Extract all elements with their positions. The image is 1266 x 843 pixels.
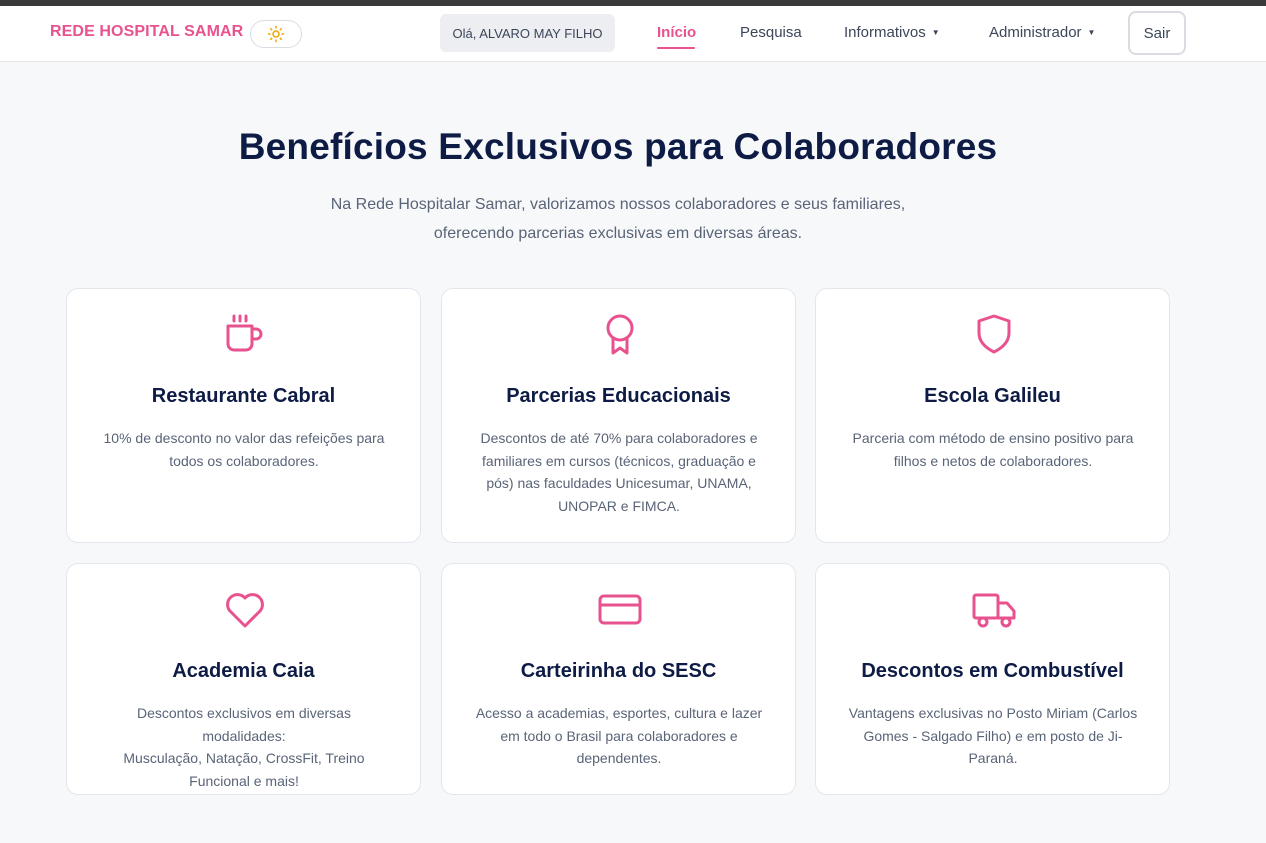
shield-icon xyxy=(977,314,1011,354)
nav-link-label: Administrador xyxy=(989,24,1082,41)
award-ribbon-icon xyxy=(606,314,634,355)
nav-link-inicio[interactable]: Início xyxy=(657,24,696,41)
benefit-card-combustivel: Descontos em Combustível Vantagens exclu… xyxy=(815,563,1170,795)
card-title: Descontos em Combustível xyxy=(861,660,1124,682)
navbar: REDE HOSPITAL SAMAR Olá, ALVARO MAY FILH… xyxy=(0,6,1266,62)
nav-link-pesquisa[interactable]: Pesquisa xyxy=(740,24,802,41)
card-description: Descontos exclusivos em diversas modalid… xyxy=(95,702,393,792)
heart-icon xyxy=(226,593,264,628)
card-description-line: Vantagens exclusivas no Posto Miriam (Ca… xyxy=(848,705,1138,721)
caret-down-icon: ▼ xyxy=(931,28,940,37)
subtitle-line: oferecendo parcerias exclusivas em diver… xyxy=(433,225,803,242)
card-title: Escola Galileu xyxy=(924,385,1061,407)
card-description-line: Acesso a academias, esportes, cultura e … xyxy=(475,705,763,721)
page-title: Benefícios Exclusivos para Colaboradores xyxy=(238,126,998,167)
card-description: Acesso a academias, esportes, cultura e … xyxy=(470,702,768,770)
subtitle-line: Na Rede Hospitalar Samar, valorizamos no… xyxy=(330,196,906,213)
card-title: Academia Caia xyxy=(172,660,315,682)
benefit-card-galileu: Escola Galileu Parceria com método de en… xyxy=(815,288,1170,543)
card-description-line: familiares em cursos (técnicos, graduaçã… xyxy=(482,452,756,469)
nav-link-label: Início xyxy=(657,24,697,41)
nav-link-label: Informativos xyxy=(844,24,926,41)
active-nav-underline xyxy=(657,47,695,49)
card-description-line: Funcional e mais! xyxy=(189,772,299,789)
card-description-line: Descontos exclusivos em diversas modalid… xyxy=(137,705,351,744)
card-description: Descontos de até 70% para colaboradores … xyxy=(470,427,768,517)
user-greeting: Olá, ALVARO MAY FILHO xyxy=(440,14,615,52)
theme-toggle-button[interactable] xyxy=(250,20,302,48)
card-description-line: em todo o Brasil para colaboradores e xyxy=(500,727,738,744)
card-description-line: dependentes. xyxy=(576,750,662,766)
brand-logo-text[interactable]: REDE HOSPITAL SAMAR xyxy=(50,23,243,41)
card-description-line: Gomes - Salgado Filho) e em posto de Ji-… xyxy=(863,727,1123,767)
caret-down-icon: ▼ xyxy=(1087,28,1096,37)
nav-link-label: Pesquisa xyxy=(740,24,802,41)
card-description-line: Descontos de até 70% para colaboradores … xyxy=(480,430,758,446)
card-description: Parceria com método de ensino positivo p… xyxy=(844,427,1142,472)
card-description-line: UNOPAR e FIMCA. xyxy=(558,497,680,514)
card-description: Vantagens exclusivas no Posto Miriam (Ca… xyxy=(844,702,1142,770)
truck-icon xyxy=(972,593,1016,628)
card-title: Parcerias Educacionais xyxy=(506,385,731,407)
benefit-card-educacionais: Parcerias Educacionais Descontos de até … xyxy=(441,288,796,543)
credit-card-icon xyxy=(598,594,642,625)
coffee-cup-icon xyxy=(226,314,263,352)
sun-icon xyxy=(267,25,285,43)
page-subtitle: Na Rede Hospitalar Samar, valorizamos no… xyxy=(268,190,968,248)
benefit-card-academia: Academia Caia Descontos exclusivos em di… xyxy=(66,563,421,795)
card-title: Carteirinha do SESC xyxy=(520,660,717,682)
card-title: Restaurante Cabral xyxy=(151,385,336,407)
benefit-card-restaurante: Restaurante Cabral 10% de desconto no va… xyxy=(66,288,421,543)
logout-button[interactable]: Sair xyxy=(1128,11,1186,55)
card-description-line: pós) nas faculdades Unicesumar, UNAMA, xyxy=(486,475,752,491)
nav-dropdown-administrador[interactable]: Administrador ▼ xyxy=(989,24,1095,41)
card-description-line: 10% de desconto no valor das refeições p… xyxy=(103,430,385,446)
benefit-card-sesc: Carteirinha do SESC Acesso a academias, … xyxy=(441,563,796,795)
card-description-line: Parceria com método de ensino positivo p… xyxy=(852,430,1134,446)
card-description: 10% de desconto no valor das refeições p… xyxy=(95,427,393,472)
card-description-line: filhos e netos de colaboradores. xyxy=(893,452,1093,469)
nav-dropdown-informativos[interactable]: Informativos ▼ xyxy=(844,24,940,41)
card-description-line: Musculação, Natação, CrossFit, Treino xyxy=(123,750,365,766)
card-description-line: todos os colaboradores. xyxy=(169,452,319,469)
